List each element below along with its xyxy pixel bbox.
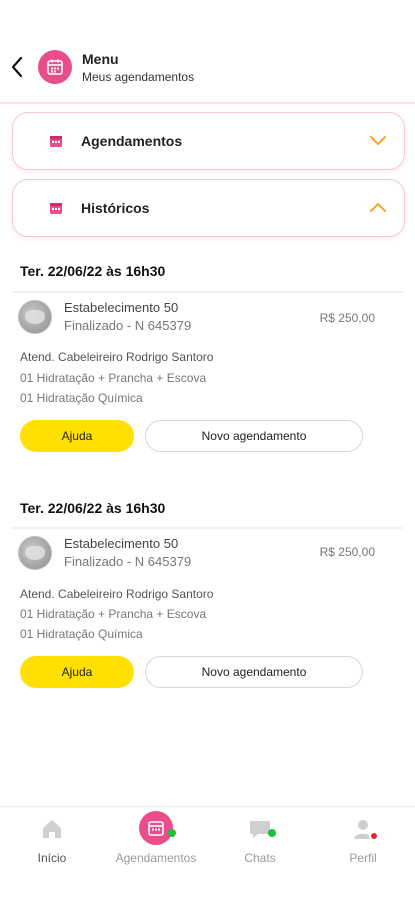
calendar-icon — [50, 136, 62, 147]
appointment-status: Finalizado - N 645379 — [64, 318, 192, 333]
calendar-icon — [50, 203, 62, 214]
nav-item-perfil[interactable]: Perfil — [311, 807, 415, 900]
accordion-agendamentos[interactable]: Agendamentos — [12, 112, 405, 170]
attendant-name: Atend. Cabeleireiro Rodrigo Santoro — [20, 587, 214, 601]
divider — [12, 527, 403, 529]
back-chevron-icon[interactable] — [8, 54, 28, 80]
service-item: 01 Hidratação Química — [20, 627, 143, 641]
help-button[interactable]: Ajuda — [20, 656, 134, 688]
nav-label: Perfil — [349, 851, 377, 865]
establishment-avatar — [18, 300, 52, 334]
bottom-navigation: Início Agendamentos Chats Perfil — [0, 806, 415, 900]
new-appointment-button[interactable]: Novo agendamento — [145, 420, 363, 452]
establishment-name: Estabelecimento 50 — [64, 536, 179, 551]
attendant-name: Atend. Cabeleireiro Rodrigo Santoro — [20, 350, 214, 364]
nav-item-inicio[interactable]: Início — [0, 807, 104, 900]
divider — [12, 291, 403, 293]
accordion-historicos[interactable]: Históricos — [12, 179, 405, 237]
app-header: Menu Meus agendamentos — [0, 0, 415, 104]
service-item: 01 Hidratação + Prancha + Escova — [20, 371, 207, 385]
establishment-avatar — [18, 536, 52, 570]
help-button[interactable]: Ajuda — [20, 420, 134, 452]
nav-label: Início — [37, 851, 67, 865]
appointment-price: R$ 250,00 — [319, 545, 375, 559]
nav-item-chats[interactable]: Chats — [208, 807, 312, 900]
nav-label: Agendamentos — [115, 851, 197, 865]
page-title: Menu — [82, 51, 119, 67]
page-subtitle: Meus agendamentos — [82, 70, 195, 84]
service-item: 01 Hidratação Química — [20, 391, 143, 405]
service-item: 01 Hidratação + Prancha + Escova — [20, 607, 207, 621]
nav-label: Chats — [244, 851, 276, 865]
calendar-icon — [38, 50, 72, 84]
alert-badge — [369, 831, 379, 841]
home-icon — [43, 820, 61, 838]
appointment-date: Ter. 22/06/22 às 16h30 — [20, 500, 166, 516]
appointment-price: R$ 250,00 — [319, 311, 375, 325]
chevron-up-icon[interactable] — [368, 200, 388, 214]
appointment-status: Finalizado - N 645379 — [64, 554, 192, 569]
chevron-down-icon[interactable] — [368, 133, 388, 147]
appointment-date: Ter. 22/06/22 às 16h30 — [20, 263, 166, 279]
nav-item-agendamentos[interactable]: Agendamentos — [104, 807, 208, 900]
new-appointment-button[interactable]: Novo agendamento — [145, 656, 363, 688]
accordion-label: Agendamentos — [81, 133, 183, 149]
online-indicator — [268, 829, 276, 837]
calendar-icon — [139, 811, 173, 845]
accordion-label: Históricos — [81, 200, 150, 216]
online-indicator — [168, 829, 176, 837]
establishment-name: Estabelecimento 50 — [64, 300, 179, 315]
